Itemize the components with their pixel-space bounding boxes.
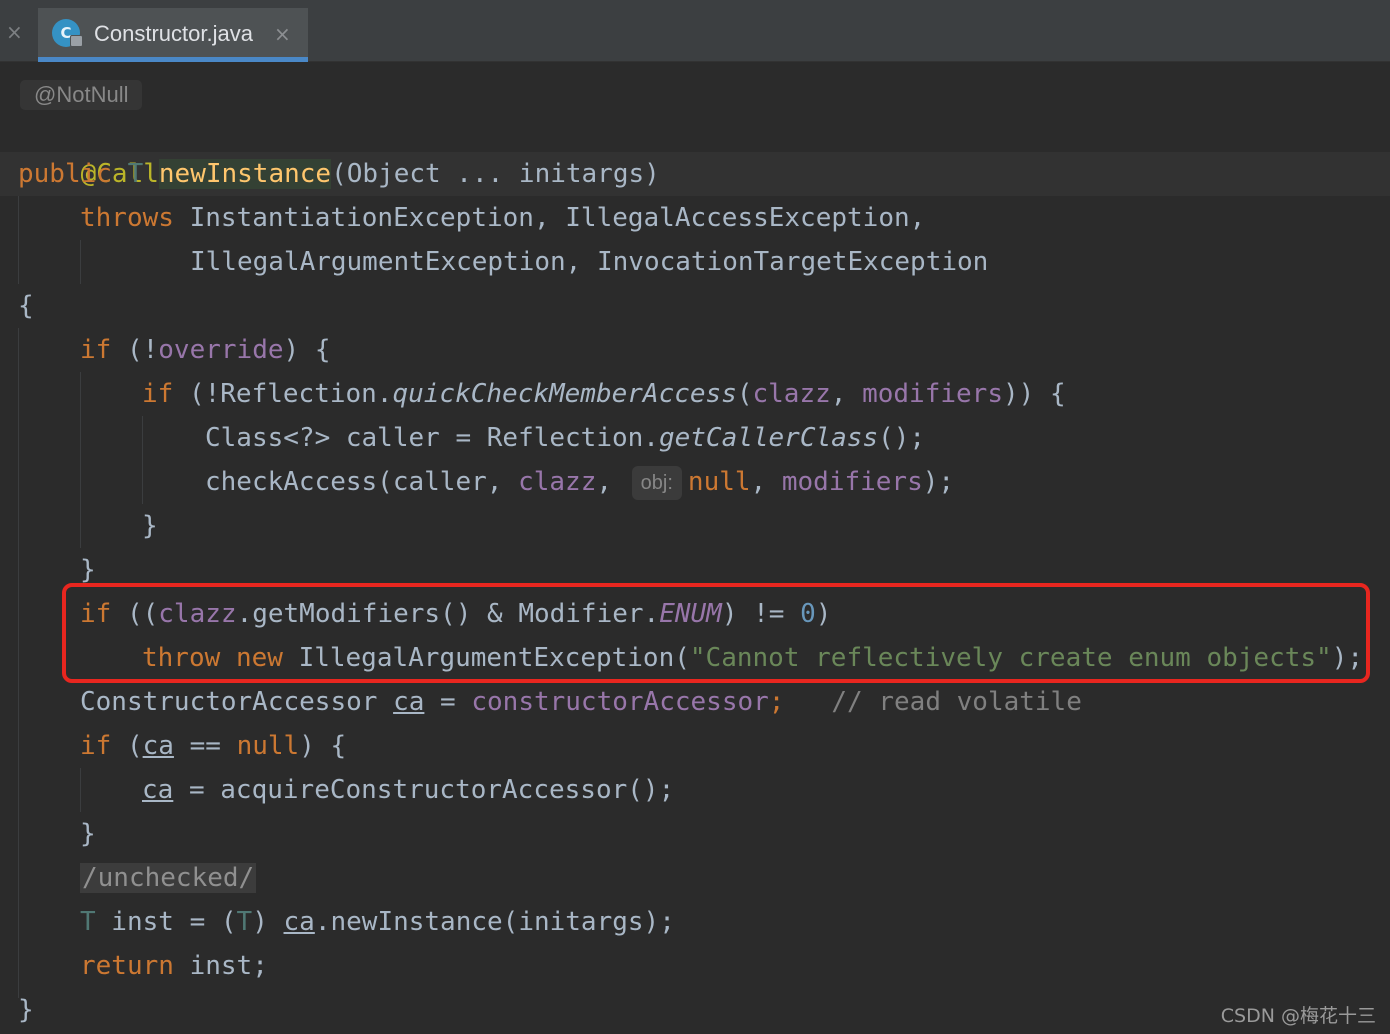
code-line: /unchecked/: [80, 856, 257, 900]
code-editor[interactable]: @NotNull @CallerSensitive public T newIn…: [0, 62, 1390, 1034]
code-line: ca = acquireConstructorAccessor();: [142, 775, 675, 805]
folded-suppress-warnings: /unchecked/: [80, 863, 257, 893]
code-line: {: [18, 291, 34, 321]
lock-icon: [70, 35, 83, 47]
close-icon[interactable]: ×: [6, 22, 26, 42]
code-line: }: [80, 819, 96, 849]
method-name: newInstance: [158, 159, 332, 189]
code-line: return inst;: [80, 951, 268, 981]
tab-constructor-java[interactable]: C Constructor.java ×: [38, 8, 308, 62]
code-line: @CallerSensitive: [18, 108, 331, 189]
code-line: if (!Reflection.quickCheckMemberAccess(c…: [142, 379, 1066, 409]
tab-label: Constructor.java: [94, 21, 253, 46]
code-line: checkAccess(caller, clazz, obj: null, mod…: [205, 460, 954, 504]
inferred-annotation-hint: @NotNull: [20, 80, 143, 110]
code-line: ConstructorAccessor ca = constructorAcce…: [80, 687, 1082, 717]
code-line: throws InstantiationException, IllegalAc…: [80, 203, 926, 233]
indent-guide: [80, 372, 81, 548]
watermark: CSDN @梅花十三: [1220, 1005, 1376, 1027]
code-line: if (!override) {: [80, 335, 331, 365]
code-line: IllegalArgumentException, InvocationTarg…: [190, 247, 989, 277]
indent-guide: [80, 768, 81, 812]
code-line: public T newInstance(Object ... initargs…: [18, 159, 660, 189]
code-line: }: [142, 511, 158, 541]
indent-guide: [80, 240, 81, 284]
code-line: Class<?> caller = Reflection.getCallerCl…: [205, 423, 926, 453]
indent-guide: [142, 416, 143, 504]
editor-tab-bar: × C Constructor.java ×: [0, 0, 1390, 62]
code-line: if (ca == null) {: [80, 731, 347, 761]
code-line: T inst = (T) ca.newInstance(initargs);: [80, 907, 675, 937]
indent-guide: [18, 328, 19, 998]
code-line: }: [18, 995, 34, 1025]
tab-close-icon[interactable]: ×: [274, 22, 291, 46]
enum-check-highlight-box: [62, 583, 1370, 683]
parameter-hint: obj:: [631, 466, 682, 500]
